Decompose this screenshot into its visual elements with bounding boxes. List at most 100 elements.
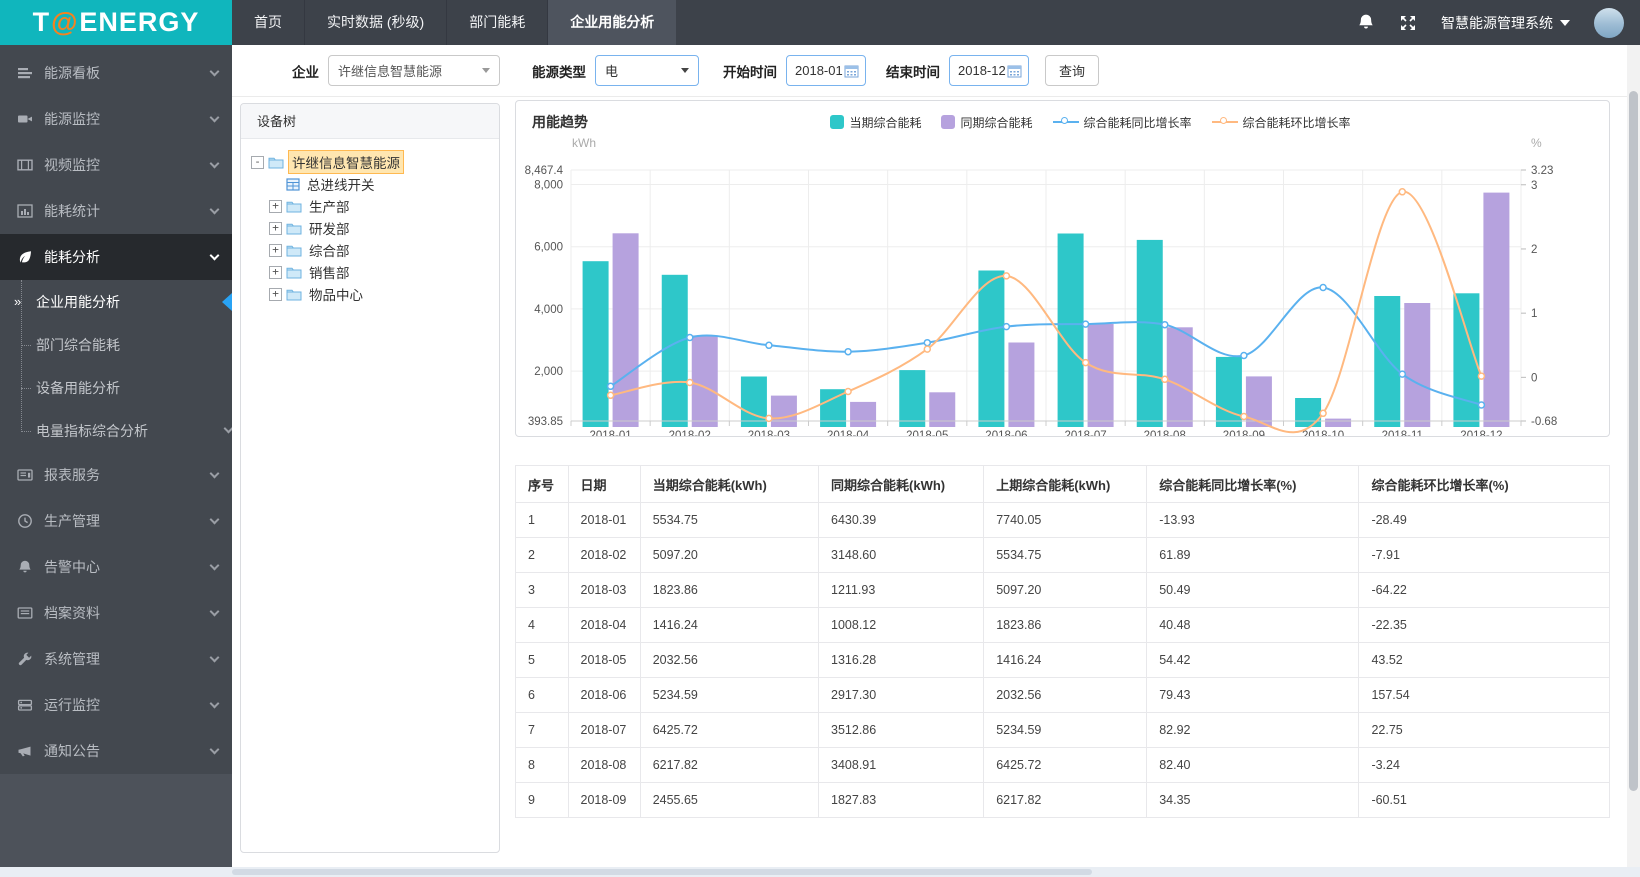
table-cell: 5097.20	[983, 572, 1148, 608]
tab-enterprise-energy-analysis[interactable]: 企业用能分析	[547, 0, 677, 45]
legend-line-marker	[1211, 117, 1238, 124]
svg-text:2018-05: 2018-05	[906, 430, 948, 436]
table-cell: -64.22	[1358, 572, 1610, 608]
sidebar-subitem-label: 电量指标综合分析	[36, 422, 148, 439]
tree-expand-toggle[interactable]: +	[269, 287, 282, 301]
sidebar-item-energy-stats[interactable]: 能耗统计	[0, 188, 232, 234]
tree-expand-toggle[interactable]: +	[269, 265, 282, 279]
tree-node-label[interactable]: 总进线开关	[304, 173, 378, 195]
horizontal-scrollbar-thumb[interactable]	[232, 869, 1092, 875]
svg-text:3.23: 3.23	[1531, 165, 1553, 177]
sidebar-item-energy-analysis[interactable]: 能耗分析	[0, 234, 232, 280]
device-tree-panel: 设备树 - 许继信息智慧能源 总进线开关 + 生产部 + 研发部 + 综合部 + 销售部 + 物品中心	[240, 103, 500, 853]
tree-node[interactable]: + 综合部	[251, 239, 493, 261]
folder-icon	[286, 200, 302, 213]
sidebar-subitem-enterprise-energy-analysis[interactable]: » 企业用能分析	[0, 280, 232, 323]
tab-home[interactable]: 首页	[232, 0, 304, 45]
legend-item[interactable]: 当期综合能耗	[830, 114, 921, 131]
tree-node-label[interactable]: 许继信息智慧能源	[288, 150, 404, 174]
svg-text:2018-04: 2018-04	[827, 430, 870, 436]
tree-node-label[interactable]: 综合部	[306, 239, 353, 261]
table-cell: -22.35	[1358, 607, 1610, 643]
table-cell: 2032.56	[639, 642, 820, 678]
chevron-down-icon	[209, 158, 220, 168]
sidebar-item-energy-monitoring[interactable]: 能源监控	[0, 96, 232, 142]
svg-text:2: 2	[1531, 244, 1537, 256]
tree-expand-toggle[interactable]: +	[269, 221, 282, 235]
sidebar-subitem-department-comprehensive-energy[interactable]: 部门综合能耗	[0, 323, 232, 366]
vertical-scrollbar-thumb[interactable]	[1629, 91, 1638, 791]
table-cell: 2018-05	[567, 642, 641, 678]
tree-node-label[interactable]: 研发部	[306, 217, 353, 239]
chevron-down-icon	[209, 112, 220, 122]
chevron-down-icon	[223, 423, 232, 434]
energy-trend-panel: 用能趋势 当期综合能耗 同期综合能耗 综合能耗同比增长率 综合能耗环比增长率 8,46…	[515, 100, 1610, 437]
logo-text-suffix: ENERGY	[79, 7, 200, 37]
sidebar-item-operation-monitoring[interactable]: 运行监控	[0, 682, 232, 728]
company-label: 企业	[292, 64, 319, 80]
sidebar-item-archives[interactable]: 档案资料	[0, 590, 232, 636]
table-cell: 5234.59	[983, 712, 1148, 748]
device-tree: - 许继信息智慧能源 总进线开关 + 生产部 + 研发部 + 综合部 + 销售部 + 物品中心	[241, 139, 499, 305]
start-date-input[interactable]: 2018-01	[786, 55, 866, 86]
svg-text:2,000: 2,000	[534, 366, 563, 378]
query-button[interactable]: 查询	[1045, 55, 1100, 86]
table-cell: 79.43	[1146, 677, 1360, 713]
tree-node[interactable]: + 销售部	[251, 261, 493, 283]
table-cell: 2018-04	[567, 607, 641, 643]
legend-label: 综合能耗环比增长率	[1242, 115, 1351, 130]
server-icon	[17, 697, 33, 713]
bell-icon	[17, 559, 33, 575]
legend-item[interactable]: 综合能耗环比增长率	[1211, 114, 1351, 131]
tree-node[interactable]: + 生产部	[251, 195, 493, 217]
table-cell: 3	[515, 572, 569, 608]
tree-expand-toggle[interactable]: +	[269, 243, 282, 257]
top-bar: T @ ENERGY 首页 实时数据 (秒级) 部门能耗 企业用能分析 智慧能源管理系统	[0, 0, 1640, 45]
legend-item[interactable]: 综合能耗同比增长率	[1052, 114, 1192, 131]
tree-node-label[interactable]: 物品中心	[306, 283, 366, 305]
tree-node[interactable]: + 物品中心	[251, 283, 493, 305]
legend-label: 同期综合能耗	[960, 115, 1033, 130]
chart-title: 用能趋势	[532, 114, 588, 130]
notification-bell-icon[interactable]	[1357, 13, 1375, 32]
tree-expand-toggle[interactable]: -	[251, 155, 264, 169]
system-menu[interactable]: 智慧能源管理系统	[1441, 13, 1570, 33]
company-select[interactable]: 许继信息智慧能源	[328, 55, 500, 86]
tree-node-label[interactable]: 生产部	[306, 195, 353, 217]
sidebar-subitem-power-indicator-analysis[interactable]: 电量指标综合分析	[0, 409, 232, 452]
fullscreen-icon[interactable]	[1399, 14, 1417, 32]
tree-node[interactable]: 总进线开关	[251, 173, 493, 195]
energy-type-select[interactable]: 电	[595, 55, 699, 86]
tree-expand-toggle[interactable]: +	[269, 199, 282, 213]
svg-text:1: 1	[1531, 308, 1537, 320]
table-cell: 1316.28	[818, 642, 985, 678]
tab-department-energy[interactable]: 部门能耗	[446, 0, 547, 45]
table-cell: 1211.93	[818, 572, 985, 608]
tree-node[interactable]: - 许继信息智慧能源	[251, 150, 493, 174]
horizontal-scrollbar[interactable]	[0, 867, 1640, 877]
sidebar: 能源看板 能源监控 视频监控 能耗统计 能耗分析 » 企业用能分析 部门综合能耗 设备用能分析电…	[0, 45, 232, 867]
table-header-cell: 同期综合能耗(kWh)	[818, 465, 985, 503]
table-cell: -13.93	[1146, 502, 1360, 538]
tree-node-label[interactable]: 销售部	[306, 261, 353, 283]
avatar[interactable]	[1594, 7, 1624, 38]
svg-text:2018-09: 2018-09	[1223, 430, 1265, 436]
tree-node[interactable]: + 研发部	[251, 217, 493, 239]
sidebar-item-video-monitoring[interactable]: 视频监控	[0, 142, 232, 188]
legend-bar-marker	[941, 115, 956, 129]
table-row: 8 2018-08 6217.82 3408.91 6425.72 82.40 -3.24	[515, 747, 1610, 783]
chevron-down-icon	[209, 652, 220, 662]
legend-item[interactable]: 同期综合能耗	[941, 114, 1033, 131]
table-cell: 6425.72	[639, 712, 820, 748]
sidebar-subitem-device-energy-analysis[interactable]: 设备用能分析	[0, 366, 232, 409]
sidebar-item-energy-dashboard[interactable]: 能源看板	[0, 50, 232, 96]
energy-type-select-value: 电	[605, 64, 619, 79]
sidebar-item-production-management[interactable]: 生产管理	[0, 498, 232, 544]
vertical-scrollbar[interactable]	[1627, 45, 1640, 867]
sidebar-item-notices[interactable]: 通知公告	[0, 728, 232, 774]
sidebar-item-system-management[interactable]: 系统管理	[0, 636, 232, 682]
sidebar-item-alarm-center[interactable]: 告警中心	[0, 544, 232, 590]
tab-realtime-data[interactable]: 实时数据 (秒级)	[304, 0, 446, 45]
sidebar-item-report-service[interactable]: 报表服务	[0, 452, 232, 498]
end-date-input[interactable]: 2018-12	[949, 55, 1029, 86]
